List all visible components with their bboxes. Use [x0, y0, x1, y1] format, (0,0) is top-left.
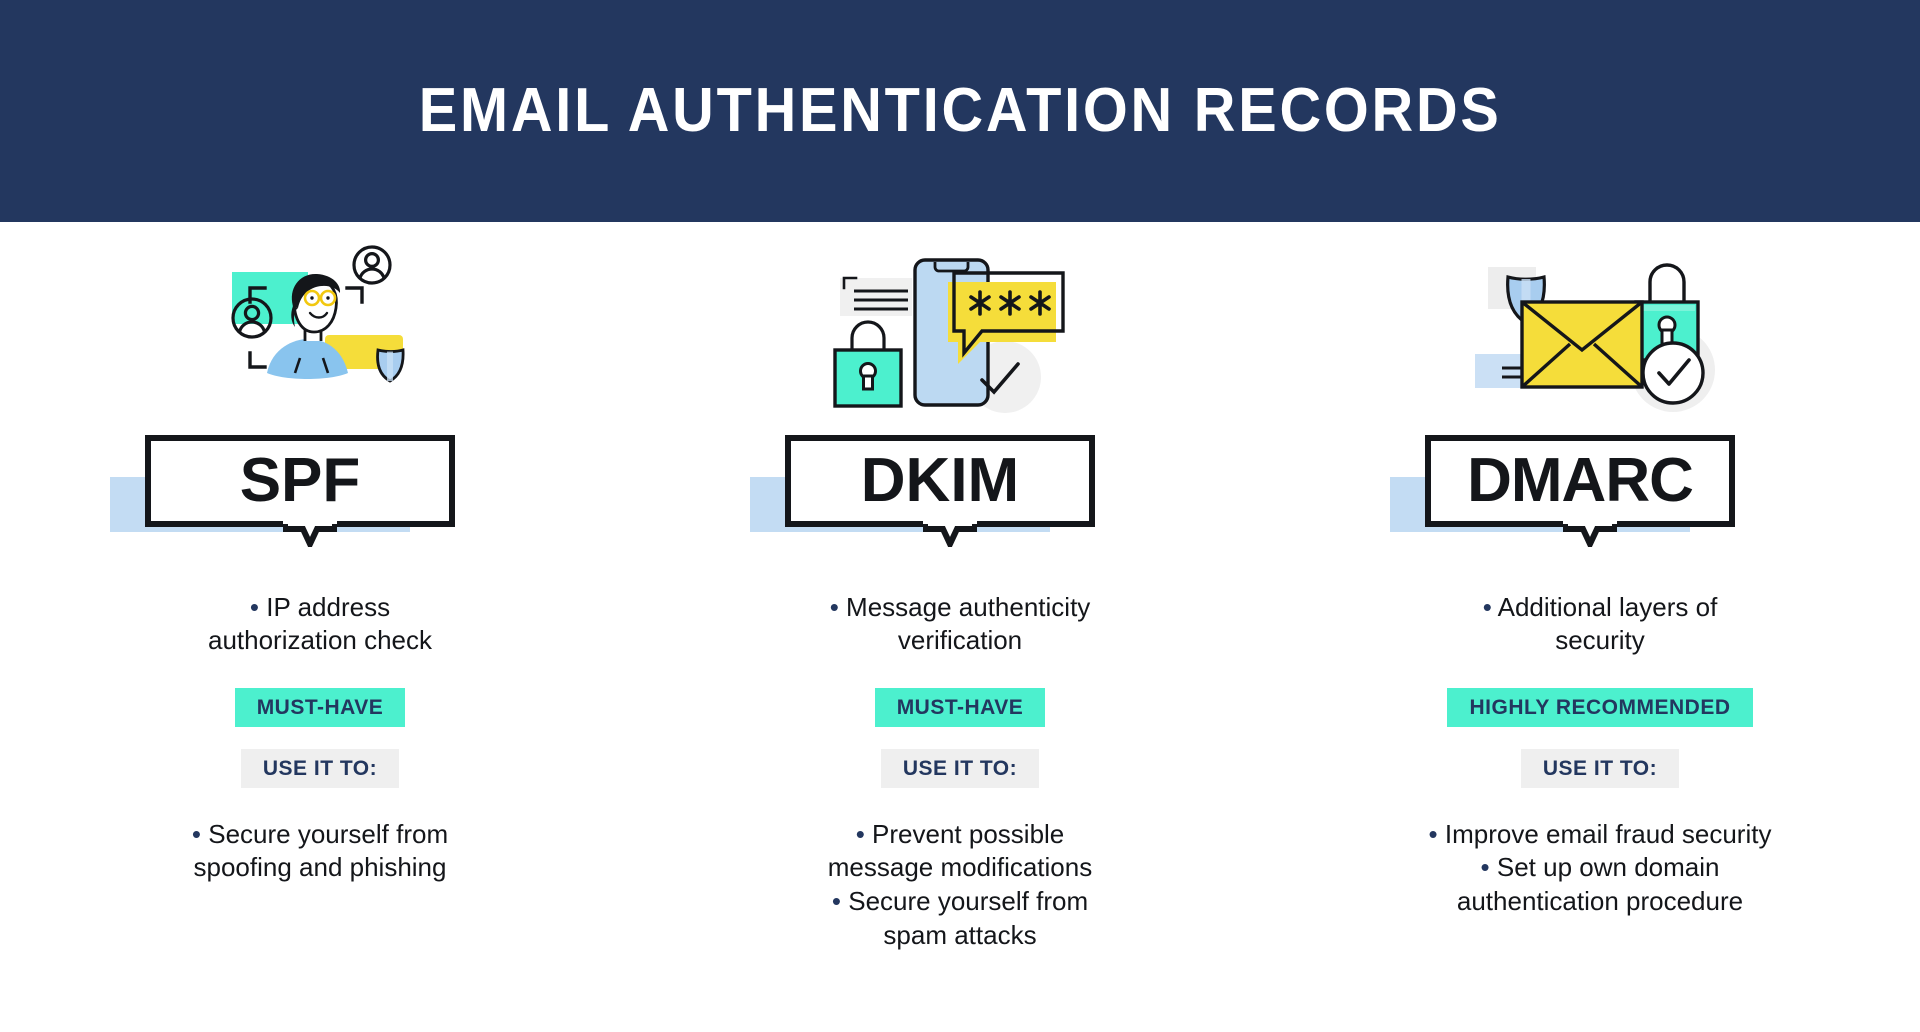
feature-line: security	[1380, 624, 1820, 657]
use-text: spoofing and phishing	[193, 852, 447, 883]
dmarc-secured-envelope-illustration	[1470, 240, 1730, 415]
use-text: Secure yourself from	[848, 886, 1089, 917]
use-text: Secure yourself from	[208, 818, 449, 849]
use-line: message modifications	[730, 851, 1190, 885]
bullet-marker: •	[829, 592, 839, 622]
use-line: • Improve email fraud security	[1370, 818, 1830, 852]
use-line: • Prevent possible	[730, 818, 1190, 852]
status-badge: MUST-HAVE	[874, 687, 1046, 727]
dmarc-feature-list: • Additional layers of security	[1380, 591, 1820, 658]
page-header: EMAIL AUTHENTICATION RECORDS	[0, 0, 1920, 222]
plate-speech-tail	[1563, 521, 1617, 547]
use-text: Prevent possible	[872, 818, 1065, 849]
spf-badges: MUST-HAVE USE IT TO:	[234, 687, 406, 788]
use-text: Set up own domain	[1496, 852, 1720, 883]
use-text: Improve email fraud security	[1444, 818, 1772, 849]
bullet-marker: •	[831, 886, 841, 917]
spf-feature-list: • IP address authorization check	[100, 591, 540, 658]
check-circle-icon	[1641, 341, 1705, 405]
record-label: SPF	[239, 446, 361, 515]
records-columns: SPF • IP address authorization check MUS…	[0, 222, 1920, 1032]
spf-use-list: • Secure yourself from spoofing and phis…	[90, 818, 550, 886]
record-column-spf: SPF • IP address authorization check MUS…	[0, 222, 640, 1032]
plate-box: SPF	[145, 435, 455, 527]
dkim-label-plate: DKIM	[750, 427, 1170, 547]
dmarc-badges: HIGHLY RECOMMENDED USE IT TO:	[1447, 687, 1753, 788]
dkim-phone-password-illustration	[830, 240, 1090, 415]
use-it-to-badge: USE IT TO:	[240, 748, 400, 788]
use-line: • Secure yourself from	[730, 885, 1190, 919]
feature-text: verification	[897, 625, 1023, 656]
use-text: authentication procedure	[1456, 886, 1744, 917]
feature-text: Additional layers of	[1497, 592, 1718, 622]
use-line: spoofing and phishing	[90, 851, 550, 885]
feature-text: IP address	[266, 592, 391, 622]
feature-line: authorization check	[100, 624, 540, 657]
padlock-shackle	[850, 320, 886, 351]
use-line: spam attacks	[730, 919, 1190, 953]
plate-box: DMARC	[1425, 435, 1735, 527]
status-badge: HIGHLY RECOMMENDED	[1447, 687, 1753, 727]
use-text: message modifications	[827, 852, 1093, 883]
spf-label-plate: SPF	[110, 427, 530, 547]
spf-identity-verification-illustration	[190, 240, 450, 415]
focus-bracket	[345, 286, 364, 304]
use-line: authentication procedure	[1370, 885, 1830, 919]
feature-text: authorization check	[207, 625, 433, 656]
dmarc-label-plate: DMARC	[1390, 427, 1810, 547]
status-badge: MUST-HAVE	[234, 687, 406, 727]
dkim-badges: MUST-HAVE USE IT TO:	[874, 687, 1046, 788]
use-it-to-badge: USE IT TO:	[880, 748, 1040, 788]
use-line: • Set up own domain	[1370, 851, 1830, 885]
bullet-marker: •	[855, 818, 865, 849]
dkim-use-list: • Prevent possible message modifications…	[730, 818, 1190, 953]
plate-speech-tail	[283, 521, 337, 547]
dmarc-use-list: • Improve email fraud security • Set up …	[1370, 818, 1830, 919]
focus-bracket	[248, 351, 267, 369]
plate-speech-tail	[923, 521, 977, 547]
record-column-dkim: DKIM • Message authenticity verification…	[640, 222, 1280, 1032]
record-column-dmarc: DMARC • Additional layers of security HI…	[1280, 222, 1920, 1032]
bullet-marker: •	[249, 592, 260, 622]
feature-line: • Additional layers of	[1380, 591, 1820, 624]
feature-text: security	[1555, 625, 1645, 656]
smartphone-speaker	[933, 262, 970, 273]
feature-text: Message authenticity	[846, 592, 1091, 622]
bullet-marker: •	[1480, 852, 1490, 883]
use-it-to-badge: USE IT TO:	[1520, 748, 1680, 788]
use-text: spam attacks	[883, 919, 1037, 950]
bullet-marker: •	[1482, 592, 1492, 622]
use-line: • Secure yourself from	[90, 818, 550, 852]
feature-line: • IP address	[100, 591, 540, 624]
user-avatar-icon	[352, 245, 392, 285]
padlock-shackle	[1648, 263, 1686, 304]
dkim-feature-list: • Message authenticity verification	[740, 591, 1180, 658]
record-label: DKIM	[860, 446, 1020, 515]
plate-box: DKIM	[785, 435, 1095, 527]
feature-line: • Message authenticity	[740, 591, 1180, 624]
record-label: DMARC	[1467, 446, 1694, 515]
bullet-marker: •	[191, 818, 201, 849]
bullet-marker: •	[1428, 818, 1438, 849]
page-title: EMAIL AUTHENTICATION RECORDS	[418, 76, 1502, 145]
feature-line: verification	[740, 624, 1180, 657]
